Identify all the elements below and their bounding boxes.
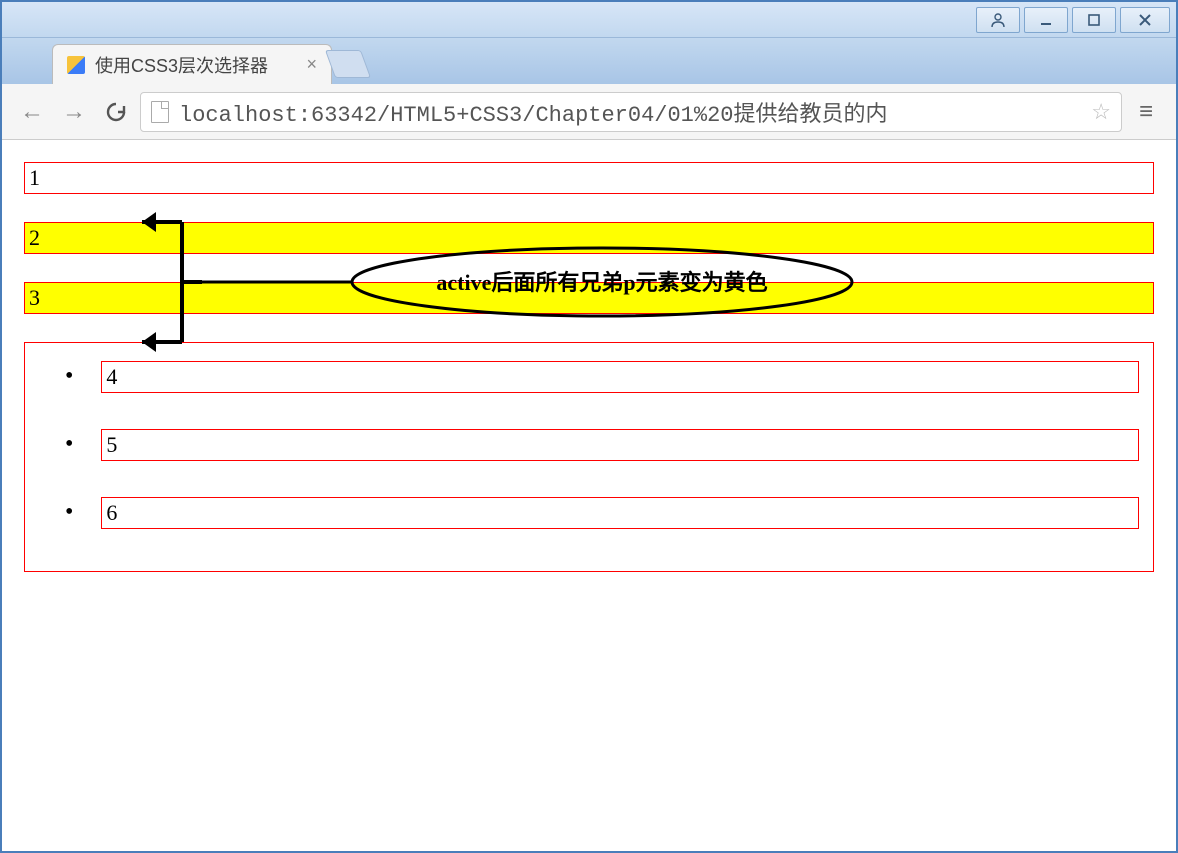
back-icon: ← — [20, 98, 44, 126]
paragraph-3: 3 — [24, 282, 1154, 314]
tab-close-icon[interactable]: × — [306, 54, 317, 75]
close-icon — [1137, 12, 1153, 28]
tab-title: 使用CSS3层次选择器 — [95, 52, 268, 78]
minimize-button[interactable] — [1024, 7, 1068, 33]
maximize-icon — [1086, 12, 1102, 28]
list-item: 6 — [39, 497, 1139, 529]
user-icon — [990, 12, 1006, 28]
bookmark-star-icon[interactable]: ☆ — [1091, 99, 1111, 125]
forward-button[interactable]: → — [56, 94, 92, 130]
address-bar[interactable]: localhost:63342/HTML5+CSS3/Chapter04/01%… — [140, 92, 1122, 132]
list-item-value: 4 — [101, 361, 1139, 393]
list-item: 5 — [39, 429, 1139, 461]
page-icon — [151, 101, 169, 123]
favicon-icon — [67, 56, 85, 74]
page-content: 1 2 3 4 5 6 active后面所有兄弟p元素变为黄色 — [2, 140, 1176, 622]
window-titlebar — [2, 2, 1176, 38]
back-button[interactable]: ← — [14, 94, 50, 130]
minimize-icon — [1038, 12, 1054, 28]
menu-icon: ≡ — [1139, 98, 1153, 126]
browser-tab[interactable]: 使用CSS3层次选择器 × — [52, 44, 332, 84]
menu-button[interactable]: ≡ — [1128, 94, 1164, 130]
close-button[interactable] — [1120, 7, 1170, 33]
tab-strip: 使用CSS3层次选择器 × — [2, 38, 1176, 84]
url-text: localhost:63342/HTML5+CSS3/Chapter04/01%… — [179, 96, 888, 128]
user-button[interactable] — [976, 7, 1020, 33]
reload-button[interactable] — [98, 94, 134, 130]
paragraph-1: 1 — [24, 162, 1154, 194]
reload-icon — [105, 101, 127, 123]
forward-icon: → — [62, 98, 86, 126]
list-container: 4 5 6 — [24, 342, 1154, 572]
list-item-value: 6 — [101, 497, 1139, 529]
list-item: 4 — [39, 361, 1139, 393]
browser-toolbar: ← → localhost:63342/HTML5+CSS3/Chapter04… — [2, 84, 1176, 140]
paragraph-2: 2 — [24, 222, 1154, 254]
list-item-value: 5 — [101, 429, 1139, 461]
maximize-button[interactable] — [1072, 7, 1116, 33]
